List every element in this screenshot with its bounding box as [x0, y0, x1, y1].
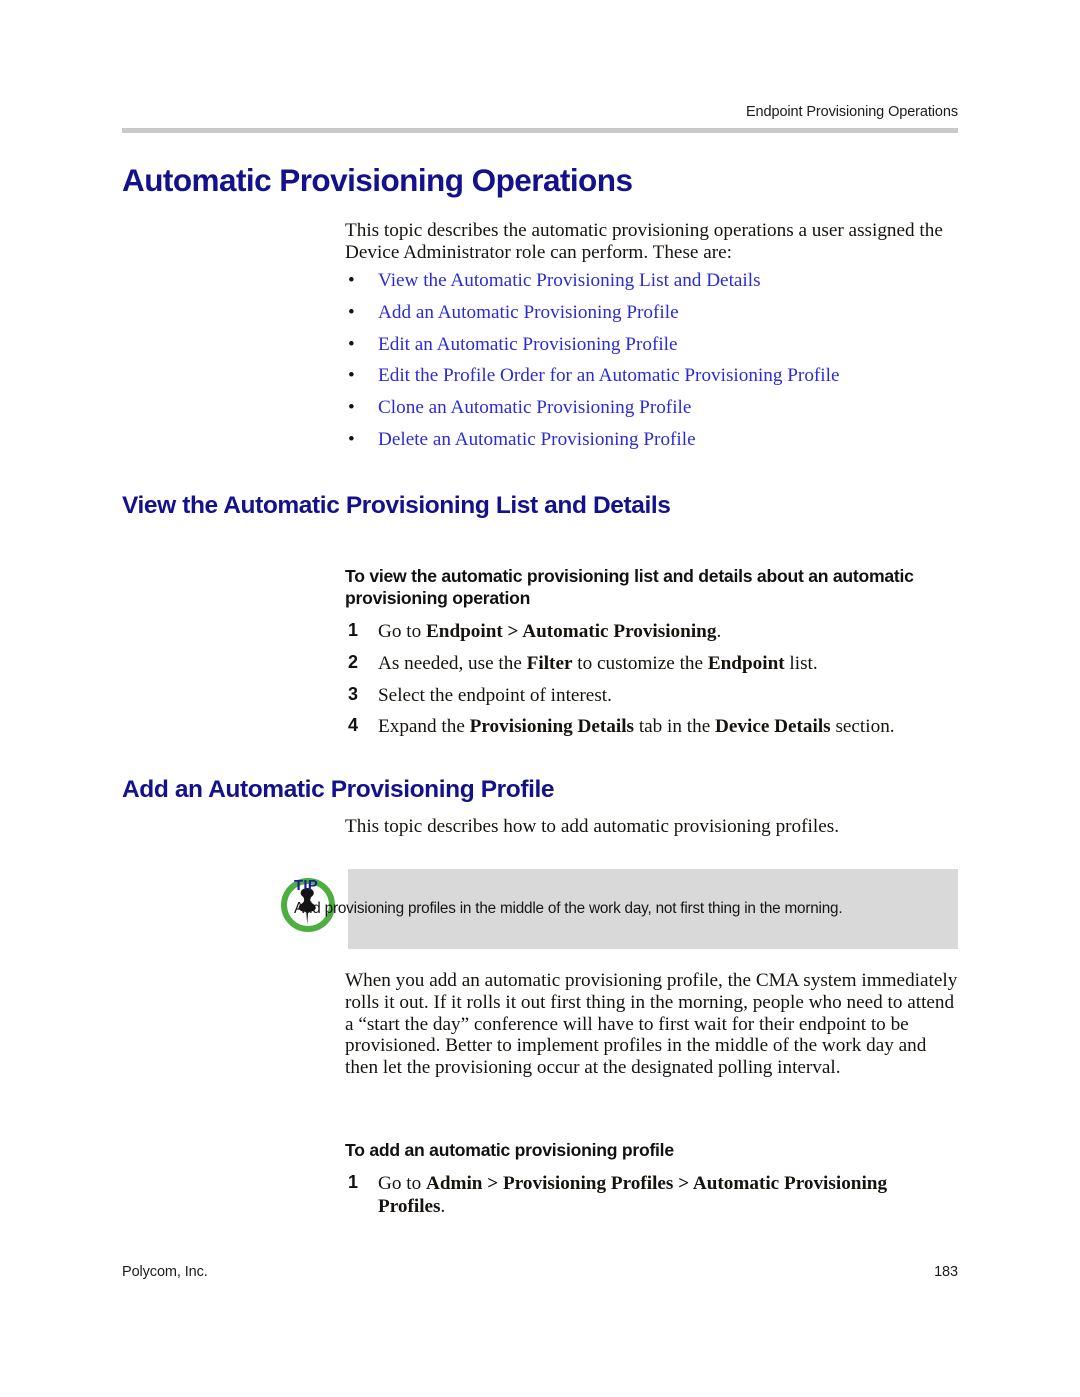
step-text: Select the endpoint of interest. — [378, 684, 612, 706]
step-number: 4 — [348, 715, 359, 736]
footer-page-number: 183 — [934, 1264, 958, 1280]
bullet-icon: • — [348, 397, 355, 419]
bullet-icon: • — [348, 301, 355, 323]
list-item[interactable]: • Add an Automatic Provisioning Profile — [345, 302, 958, 334]
step-item: 4 Expand the Provisioning Details tab in… — [345, 715, 958, 747]
step-item: 1 Go to Admin > Provisioning Profiles > … — [345, 1172, 958, 1218]
tip-label: TIP — [294, 877, 318, 894]
running-header: Endpoint Provisioning Operations — [745, 104, 958, 120]
step-number: 3 — [348, 683, 359, 704]
procedure-steps-add: 1 Go to Admin > Provisioning Profiles > … — [345, 1172, 958, 1218]
document-page: Endpoint Provisioning Operations Automat… — [0, 0, 1080, 1397]
procedure-steps-view: 1 Go to Endpoint > Automatic Provisionin… — [345, 620, 958, 747]
step-item: 1 Go to Endpoint > Automatic Provisionin… — [345, 620, 958, 652]
link-edit-profile[interactable]: Edit an Automatic Provisioning Profile — [378, 334, 678, 355]
section-heading-add: Add an Automatic Provisioning Profile — [122, 776, 555, 803]
list-item[interactable]: • View the Automatic Provisioning List a… — [345, 270, 958, 302]
bullet-icon: • — [348, 270, 355, 291]
procedure-heading-view: To view the automatic provisioning list … — [345, 566, 914, 608]
section-add-body: When you add an automatic provisioning p… — [345, 970, 958, 1079]
footer-company: Polycom, Inc. — [122, 1264, 208, 1280]
step-number: 1 — [348, 1172, 359, 1192]
bullet-icon: • — [348, 365, 355, 387]
chapter-intro-paragraph: This topic describes the automatic provi… — [345, 220, 943, 263]
bullet-icon: • — [348, 333, 355, 355]
link-add-profile[interactable]: Add an Automatic Provisioning Profile — [378, 302, 679, 323]
header-rule — [122, 128, 958, 133]
step-item: 2 As needed, use the Filter to customize… — [345, 652, 958, 684]
page-title: Automatic Provisioning Operations — [122, 162, 633, 198]
tip-callout: TIP Add provisioning profiles in the mid… — [278, 869, 958, 949]
list-item[interactable]: • Clone an Automatic Provisioning Profil… — [345, 397, 958, 429]
list-item[interactable]: • Delete an Automatic Provisioning Profi… — [345, 429, 958, 461]
link-delete-profile[interactable]: Delete an Automatic Provisioning Profile — [378, 429, 696, 450]
step-text: Expand the Provisioning Details tab in t… — [378, 716, 895, 738]
step-number: 1 — [348, 620, 359, 640]
link-clone-profile[interactable]: Clone an Automatic Provisioning Profile — [378, 397, 691, 418]
step-text: As needed, use the Filter to customize t… — [378, 652, 818, 674]
section-heading-view: View the Automatic Provisioning List and… — [122, 492, 671, 519]
list-item[interactable]: • Edit an Automatic Provisioning Profile — [345, 334, 958, 366]
link-edit-profile-order[interactable]: Edit the Profile Order for an Automatic … — [378, 365, 839, 386]
step-item: 3 Select the endpoint of interest. — [345, 684, 958, 716]
tip-text: Add provisioning profiles in the middle … — [294, 900, 843, 917]
chapter-link-list: • View the Automatic Provisioning List a… — [345, 270, 958, 461]
step-text: Go to Endpoint > Automatic Provisioning. — [378, 621, 722, 642]
procedure-heading-add: To add an automatic provisioning profile — [345, 1140, 674, 1160]
list-item[interactable]: • Edit the Profile Order for an Automati… — [345, 365, 958, 397]
step-text: Go to Admin > Provisioning Profiles > Au… — [378, 1173, 888, 1217]
bullet-icon: • — [348, 428, 355, 450]
step-number: 2 — [348, 651, 359, 672]
section-add-intro: This topic describes how to add automati… — [345, 816, 839, 837]
link-view-list[interactable]: View the Automatic Provisioning List and… — [378, 270, 761, 291]
